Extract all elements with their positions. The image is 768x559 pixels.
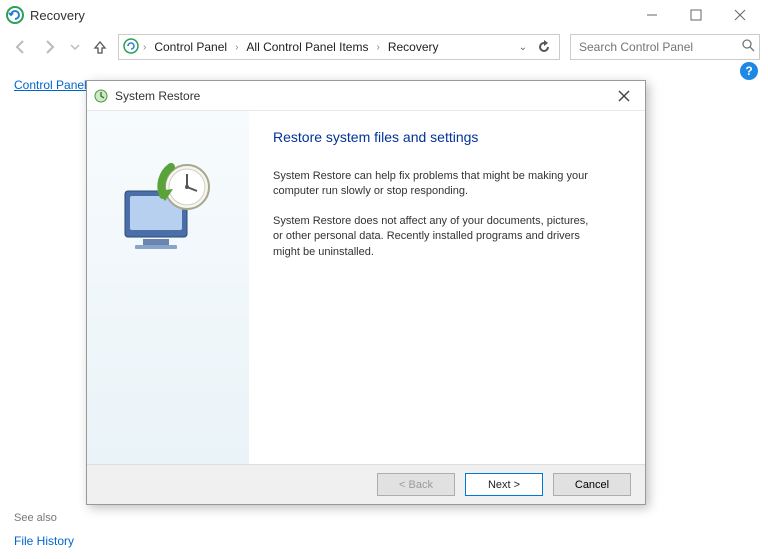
system-restore-icon: [93, 88, 109, 104]
dialog-titlebar: System Restore: [87, 81, 645, 111]
recent-locations-button[interactable]: [68, 35, 82, 59]
see-also-label: See also: [14, 512, 164, 524]
breadcrumb[interactable]: › Control Panel › All Control Panel Item…: [118, 34, 560, 60]
up-button[interactable]: [88, 35, 112, 59]
back-button[interactable]: [8, 35, 32, 59]
next-button[interactable]: Next >: [465, 473, 543, 496]
system-restore-dialog: System Restore: [86, 80, 646, 505]
dialog-paragraph: System Restore can help fix problems tha…: [273, 169, 593, 200]
forward-button[interactable]: [38, 35, 62, 59]
window-title: Recovery: [30, 8, 630, 23]
chevron-down-icon[interactable]: ⌄: [515, 42, 531, 53]
search-field[interactable]: [577, 39, 736, 55]
explorer-titlebar: Recovery: [0, 0, 768, 30]
breadcrumb-root-icon: [123, 38, 139, 57]
restore-illustration-icon: [113, 157, 223, 257]
dialog-heading: Restore system files and settings: [273, 129, 623, 145]
back-button: < Back: [377, 473, 455, 496]
dialog-content: Restore system files and settings System…: [249, 111, 645, 464]
recovery-icon: [6, 6, 24, 24]
navigation-bar: › Control Panel › All Control Panel Item…: [0, 30, 768, 64]
cancel-button[interactable]: Cancel: [553, 473, 631, 496]
dialog-sidebar: [87, 111, 249, 464]
dialog-title: System Restore: [115, 89, 609, 103]
file-history-link[interactable]: File History: [14, 534, 164, 548]
refresh-button[interactable]: [533, 40, 555, 54]
search-icon: [742, 39, 755, 55]
breadcrumb-item[interactable]: Recovery: [384, 38, 443, 56]
help-icon[interactable]: ?: [740, 62, 758, 80]
breadcrumb-item[interactable]: Control Panel: [150, 38, 231, 56]
dialog-close-button[interactable]: [609, 85, 639, 107]
close-button[interactable]: [718, 1, 762, 29]
dialog-footer: < Back Next > Cancel: [87, 464, 645, 504]
search-input[interactable]: [570, 34, 760, 60]
chevron-right-icon: ›: [233, 42, 240, 53]
minimize-button[interactable]: [630, 1, 674, 29]
breadcrumb-item[interactable]: All Control Panel Items: [242, 38, 372, 56]
chevron-right-icon: ›: [374, 42, 381, 53]
dialog-paragraph: System Restore does not affect any of yo…: [273, 214, 593, 260]
maximize-button[interactable]: [674, 1, 718, 29]
chevron-right-icon: ›: [141, 42, 148, 53]
